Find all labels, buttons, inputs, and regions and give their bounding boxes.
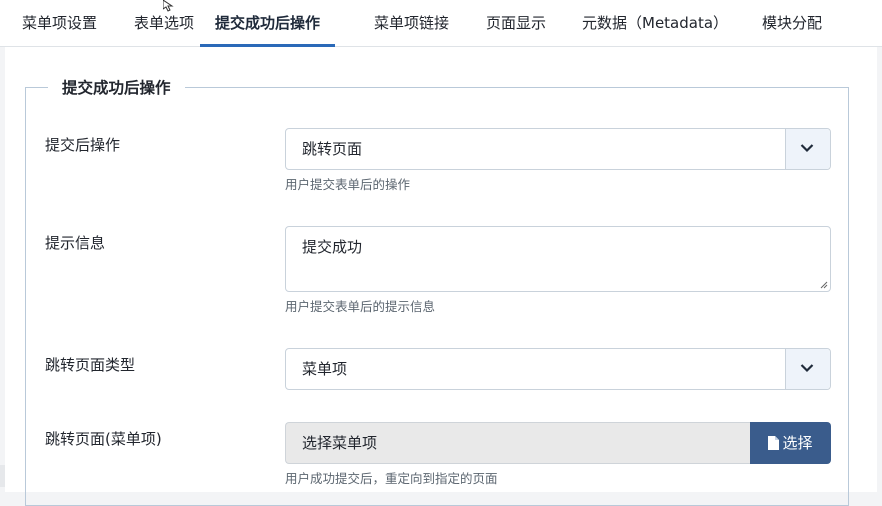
- redirect-menu-item-field[interactable]: 选择菜单项: [285, 422, 751, 464]
- message-hint: 用户提交表单后的提示信息: [285, 299, 436, 314]
- after-submit-select[interactable]: 跳转页面: [285, 128, 831, 170]
- redirect-type-value: 菜单项: [302, 360, 348, 378]
- redirect-menu-item-picker: 选择菜单项 选择: [285, 422, 831, 464]
- tab-metadata[interactable]: 元数据（Metadata）: [582, 0, 728, 46]
- redirect-menu-item-label: 跳转页面(菜单项): [45, 430, 162, 448]
- tab-panel: 提交成功后操作 提交后操作 跳转页面 用户提交表单后的操作 提示信息 提交成功 …: [5, 47, 877, 506]
- message-value: 提交成功: [302, 238, 363, 256]
- tab-module-assignment[interactable]: 模块分配: [762, 0, 822, 46]
- redirect-type-select[interactable]: 菜单项: [285, 348, 831, 390]
- select-menu-item-label: 选择: [782, 434, 813, 452]
- select-menu-item-button[interactable]: 选择: [750, 422, 831, 464]
- after-submit-label: 提交后操作: [45, 136, 121, 154]
- tab-menu-item-link[interactable]: 菜单项链接: [374, 0, 449, 46]
- redirect-menu-item-hint: 用户成功提交后，重定向到指定的页面: [285, 471, 498, 486]
- chevron-down-icon: [800, 144, 814, 153]
- file-icon: [768, 436, 780, 450]
- section-legend: 提交成功后操作: [62, 79, 171, 97]
- chevron-down-icon: [800, 364, 814, 373]
- tab-menu-item-settings[interactable]: 菜单项设置: [22, 0, 97, 46]
- message-label: 提示信息: [45, 234, 106, 252]
- after-submit-value: 跳转页面: [302, 140, 363, 158]
- redirect-type-caret[interactable]: [785, 349, 830, 389]
- tab-after-submit[interactable]: 提交成功后操作: [200, 0, 336, 47]
- message-textarea[interactable]: 提交成功: [285, 226, 831, 292]
- mouse-cursor-icon: [163, 0, 174, 12]
- resize-grip-icon[interactable]: [820, 281, 828, 289]
- after-submit-caret[interactable]: [785, 129, 830, 169]
- redirect-type-label: 跳转页面类型: [45, 356, 136, 374]
- after-submit-hint: 用户提交表单后的操作: [285, 177, 411, 192]
- tab-bar: 菜单项设置 表单选项 提交成功后操作 菜单项链接 页面显示 元数据（Metada…: [0, 0, 882, 47]
- tab-page-display[interactable]: 页面显示: [486, 0, 546, 46]
